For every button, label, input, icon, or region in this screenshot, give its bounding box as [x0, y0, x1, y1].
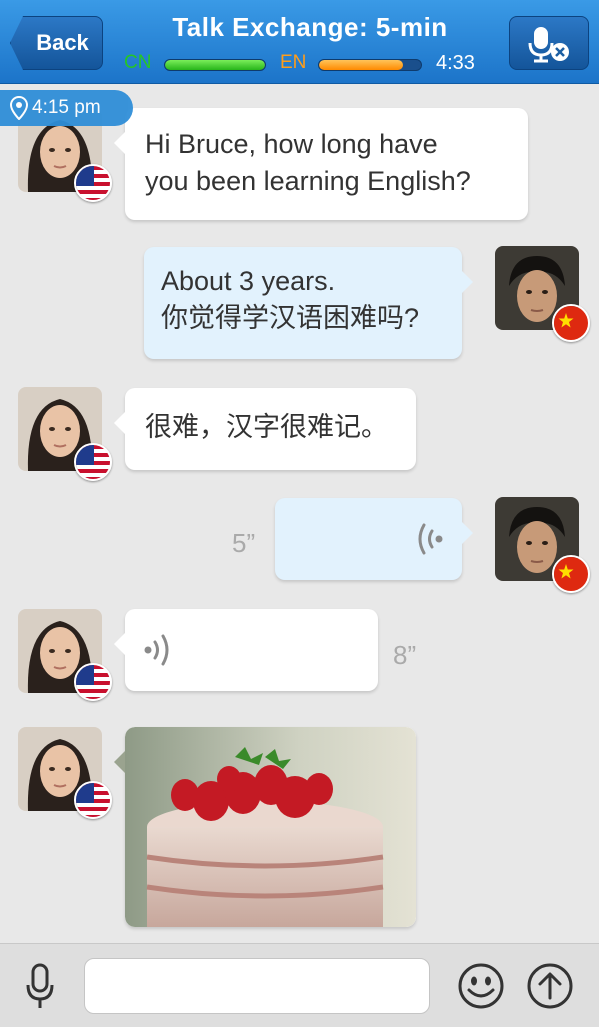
us-flag-icon: [74, 443, 112, 481]
china-flag-icon: [552, 555, 590, 593]
microphone-cancel-icon: [528, 27, 569, 63]
china-flag-icon: [552, 304, 590, 342]
cn-label: CN: [124, 52, 152, 73]
us-flag-icon: [74, 164, 112, 202]
voice-duration: 5”: [232, 528, 256, 558]
nav-header: Back Talk Exchange: 5-min CN EN 4:33: [0, 0, 599, 84]
voice-message-outgoing[interactable]: [275, 498, 473, 580]
message-text: you been learning English?: [145, 166, 471, 196]
cn-progress-bar: [164, 59, 266, 71]
message-bubble-incoming[interactable]: 很难，汉字很难记。: [114, 388, 416, 470]
voice-wave-icon: [144, 634, 169, 666]
mute-mic-button[interactable]: [509, 16, 589, 70]
message-bubble-outgoing[interactable]: About 3 years. 你觉得学汉语困难吗?: [144, 247, 473, 359]
composer-bar: [0, 943, 599, 1027]
en-label: EN: [280, 52, 307, 73]
back-button[interactable]: Back: [10, 16, 103, 70]
en-progress-fill: [319, 60, 403, 70]
smiley-icon: [458, 963, 504, 1009]
message-bubble-incoming[interactable]: Hi Bruce, how long have you been learnin…: [114, 108, 528, 220]
message-text: About 3 years.: [161, 266, 336, 296]
message-text: 你觉得学汉语困难吗?: [161, 303, 420, 333]
language-progress: CN EN 4:33: [124, 52, 504, 76]
location-pin-icon: [10, 96, 28, 120]
emoji-button[interactable]: [457, 962, 505, 1010]
voice-wave-icon: [418, 523, 443, 555]
cake-photo[interactable]: [125, 727, 416, 927]
voice-message-incoming[interactable]: [114, 609, 378, 691]
voice-duration: 8”: [393, 640, 417, 670]
voice-record-button[interactable]: [22, 962, 58, 1012]
location-time: 4:15 pm: [32, 97, 101, 118]
back-button-label: Back: [36, 30, 89, 55]
image-message-incoming[interactable]: [114, 727, 416, 927]
us-flag-icon: [74, 663, 112, 701]
en-progress-bar: [318, 59, 422, 71]
cn-progress-fill: [165, 60, 265, 70]
location-time-badge: 4:15 pm: [0, 90, 133, 126]
microphone-icon: [26, 963, 54, 1008]
page-title: Talk Exchange: 5-min: [172, 12, 448, 42]
session-timer: 4:33: [436, 52, 475, 74]
arrow-up-circle-icon: [527, 963, 573, 1009]
message-input[interactable]: [84, 958, 430, 1014]
message-text: Hi Bruce, how long have: [145, 129, 438, 159]
us-flag-icon: [74, 781, 112, 819]
send-button[interactable]: [526, 962, 574, 1010]
message-text: 很难，汉字很难记。: [145, 412, 388, 442]
